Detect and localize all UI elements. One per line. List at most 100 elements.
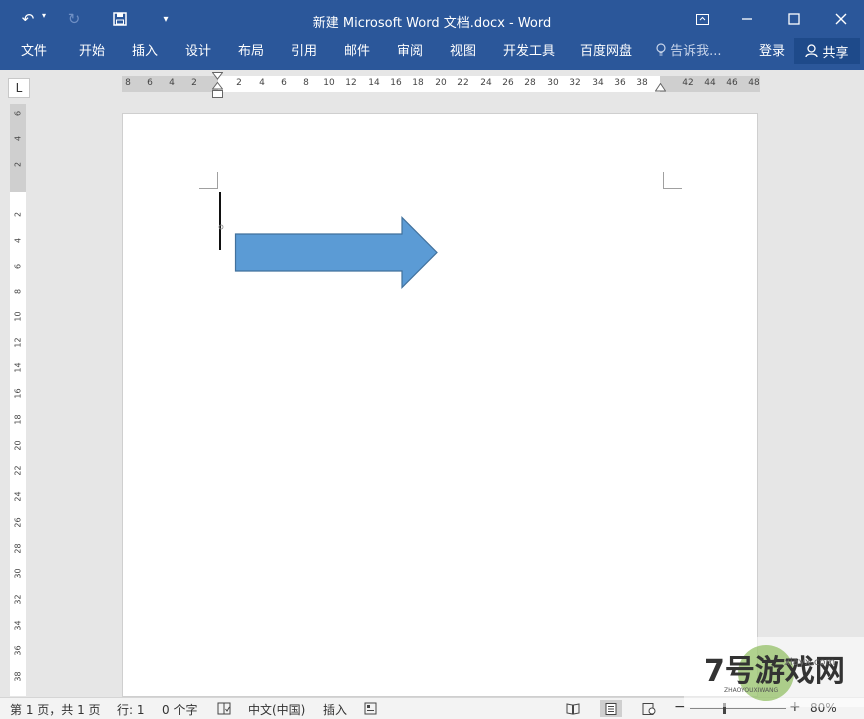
ruler-tick-label: 22 bbox=[13, 465, 23, 476]
tab-insert[interactable]: 插入 bbox=[132, 41, 158, 63]
ruler-tick-label: 2 bbox=[191, 78, 197, 88]
ruler-tick-label: 2 bbox=[13, 161, 23, 168]
ruler-tick-label: 32 bbox=[13, 594, 23, 605]
ruler-tick-label: 4 bbox=[13, 237, 23, 244]
maximize-button[interactable] bbox=[771, 4, 817, 34]
share-button[interactable]: 共享 bbox=[794, 38, 860, 64]
book-icon bbox=[566, 702, 580, 715]
language-indicator[interactable]: 中文(中国) bbox=[248, 701, 305, 718]
web-layout-icon bbox=[642, 702, 656, 715]
ruler-tick-label: 2 bbox=[236, 78, 242, 88]
watermark-sub: ZHAOYOUXIWANG bbox=[724, 687, 779, 694]
page-count[interactable]: 第 1 页，共 1 页 bbox=[10, 701, 101, 718]
ruler-tick-label: 6 bbox=[13, 110, 23, 117]
ruler-tick-label: 24 bbox=[13, 491, 23, 502]
ruler-tick-label: 30 bbox=[13, 568, 23, 579]
anchor-icon bbox=[218, 224, 224, 230]
ruler-tick-label: 26 bbox=[502, 78, 514, 88]
ruler-tick-label: 36 bbox=[13, 645, 23, 656]
minimize-button[interactable] bbox=[724, 4, 770, 34]
web-layout-button[interactable] bbox=[638, 700, 660, 717]
vertical-ruler[interactable]: 6 4 2 2 4 6 8 10 12 14 16 18 20 22 24 26… bbox=[10, 104, 26, 696]
print-layout-button[interactable] bbox=[600, 700, 622, 717]
ruler-tick-label: 16 bbox=[13, 388, 23, 399]
ruler-tick-label: 14 bbox=[13, 362, 23, 373]
ruler-tick-label: 8 bbox=[303, 78, 309, 88]
tab-review[interactable]: 审阅 bbox=[397, 41, 423, 63]
site-watermark: 7号游戏网 ZHAOYOUXIWANG xiayx.com bbox=[684, 637, 864, 707]
hanging-indent-marker[interactable] bbox=[212, 82, 223, 90]
ruler-tick-label: 20 bbox=[435, 78, 447, 88]
macro-record-icon[interactable] bbox=[364, 702, 377, 715]
ruler-tick-label: 4 bbox=[13, 135, 23, 142]
ruler-tick-label: 14 bbox=[368, 78, 380, 88]
ruler-tick-label: 22 bbox=[457, 78, 469, 88]
ribbon-options-icon bbox=[695, 13, 709, 25]
tab-mailings[interactable]: 邮件 bbox=[344, 41, 370, 63]
ruler-tick-label: 6 bbox=[13, 263, 23, 270]
ruler-tick-label: 36 bbox=[614, 78, 626, 88]
ribbon-tab-bar: 文件 开始 插入 设计 布局 引用 邮件 审阅 视图 开发工具 百度网盘 告诉我… bbox=[0, 38, 864, 70]
word-count[interactable]: 0 个字 bbox=[162, 701, 197, 718]
tab-home[interactable]: 开始 bbox=[79, 41, 105, 63]
ribbon-display-options-button[interactable] bbox=[679, 4, 725, 34]
insert-mode-indicator[interactable]: 插入 bbox=[323, 701, 347, 718]
page-layout-icon bbox=[605, 702, 617, 715]
proofing-icon[interactable] bbox=[217, 702, 231, 715]
tab-developer[interactable]: 开发工具 bbox=[503, 41, 555, 63]
ruler-tick-label: 4 bbox=[169, 78, 175, 88]
ruler-tick-label: 46 bbox=[726, 78, 738, 88]
ruler-tick-label: 24 bbox=[480, 78, 492, 88]
ruler-tick-label: 32 bbox=[569, 78, 581, 88]
ruler-tick-label: 48 bbox=[748, 78, 760, 88]
share-label: 共享 bbox=[822, 45, 849, 61]
line-number: 行: 1 bbox=[117, 703, 145, 717]
document-page[interactable] bbox=[122, 113, 758, 697]
tab-file[interactable]: 文件 bbox=[21, 41, 47, 63]
read-mode-button[interactable] bbox=[562, 700, 584, 717]
ruler-tick-label: 28 bbox=[13, 543, 23, 554]
ruler-tick-label: 8 bbox=[125, 78, 131, 88]
user-icon bbox=[805, 44, 819, 58]
lightbulb-icon bbox=[656, 43, 666, 56]
ruler-tick-label: 12 bbox=[13, 337, 23, 348]
ruler-tick-label: 6 bbox=[281, 78, 287, 88]
ruler-tick-label: 30 bbox=[547, 78, 559, 88]
left-indent-marker[interactable] bbox=[212, 90, 223, 98]
ruler-tick-label: 20 bbox=[13, 440, 23, 451]
ruler-tick-label: 10 bbox=[323, 78, 335, 88]
right-arrow-shape[interactable] bbox=[234, 216, 439, 290]
tell-me-search[interactable]: 告诉我... bbox=[656, 41, 722, 63]
ruler-tick-label: 6 bbox=[147, 78, 153, 88]
tab-layout[interactable]: 布局 bbox=[238, 41, 264, 63]
title-bar: ↶ ▾ ↻ ▾ 新建 Microsoft Word 文档.docx - Word bbox=[0, 0, 864, 38]
ruler-tick-label: 16 bbox=[390, 78, 402, 88]
tab-baidu-netdisk[interactable]: 百度网盘 bbox=[580, 41, 632, 63]
tab-view[interactable]: 视图 bbox=[450, 41, 476, 63]
ruler-tick-label: 8 bbox=[13, 288, 23, 295]
ruler-tick-label: 28 bbox=[524, 78, 536, 88]
right-indent-marker[interactable] bbox=[655, 83, 666, 92]
ruler-tick-label: 18 bbox=[13, 414, 23, 425]
close-button[interactable] bbox=[818, 4, 864, 34]
tab-stop-selector[interactable]: L bbox=[8, 78, 30, 98]
ruler-tick-label: 18 bbox=[412, 78, 424, 88]
text-cursor bbox=[219, 192, 221, 250]
ruler-tick-label: 34 bbox=[592, 78, 604, 88]
tab-references[interactable]: 引用 bbox=[291, 41, 317, 63]
ruler-tick-label: 34 bbox=[13, 620, 23, 631]
tab-design[interactable]: 设计 bbox=[185, 41, 211, 63]
top-right-margin-corner bbox=[663, 172, 682, 189]
ruler-tick-label: 38 bbox=[636, 78, 648, 88]
first-line-indent-marker[interactable] bbox=[212, 72, 223, 80]
ruler-tick-label: 38 bbox=[13, 671, 23, 682]
ruler-tick-label: 44 bbox=[704, 78, 716, 88]
zoom-slider[interactable] bbox=[690, 703, 786, 714]
watermark-logo: 7号游戏网 ZHAOYOUXIWANG xiayx.com bbox=[684, 637, 864, 707]
watermark-url: xiayx.com bbox=[784, 657, 835, 668]
ruler-tick-label: 10 bbox=[13, 311, 23, 322]
sign-in-link[interactable]: 登录 bbox=[759, 41, 785, 63]
ruler-tick-label: 4 bbox=[259, 78, 265, 88]
ruler-tick-label: 42 bbox=[682, 78, 694, 88]
top-left-margin-corner bbox=[199, 172, 218, 189]
